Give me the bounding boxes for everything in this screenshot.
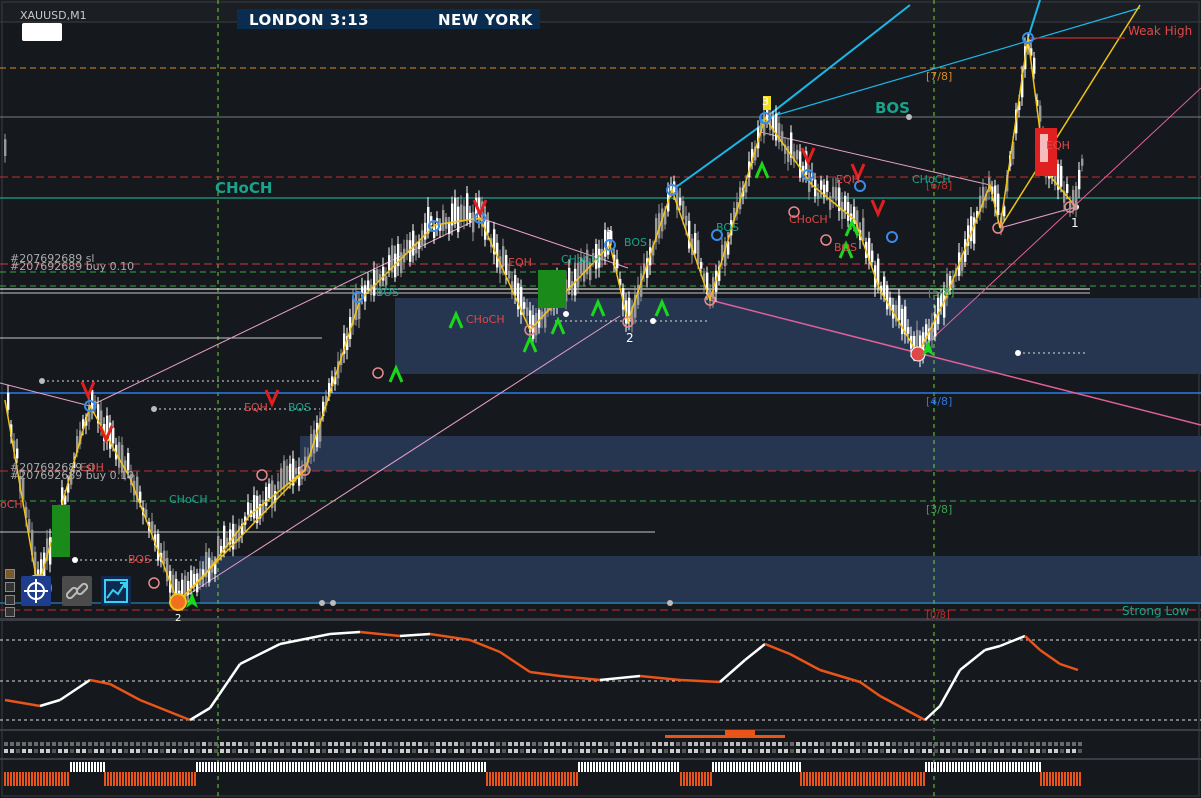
weak-high-label: Weak High — [1128, 24, 1193, 38]
panel-square-3[interactable] — [5, 595, 15, 605]
swing-num-2b: 2 — [175, 613, 182, 624]
symbol-title: XAUUSD,M1 — [20, 9, 87, 22]
bos-label-4: BOS — [716, 221, 739, 234]
bos-label-1: BOS — [376, 286, 399, 299]
choch-label-right2: CHoCH — [912, 173, 951, 186]
panel-square-1[interactable] — [5, 569, 15, 579]
choch-label-left: oCH — [0, 498, 23, 511]
eqh-label-5: EQH — [1046, 139, 1070, 152]
fib-5-8-label: [5/8] — [928, 286, 955, 299]
chart-window[interactable]: XAUUSD,M1 LONDON 3:13 NEW YORK BOS CHoCH… — [0, 0, 1201, 798]
zone-lower — [200, 556, 1201, 604]
eqh-label-3: EQH — [836, 173, 860, 186]
link-button[interactable] — [62, 576, 92, 606]
choch-label-big: CHoCH — [215, 179, 273, 197]
swing-num-3: 3 — [762, 95, 769, 108]
zone-middle — [300, 436, 1201, 471]
eqh-label-2: EQH — [508, 256, 532, 269]
bos-label-2: BOS — [288, 401, 311, 414]
eqh-label-4: EQH — [80, 461, 104, 474]
bos-label-low: BOS — [128, 553, 151, 566]
session-new-york: NEW YORK — [438, 11, 533, 29]
bos-label-big: BOS — [875, 99, 910, 117]
chain-link-icon — [65, 582, 89, 600]
eqh-label-1: EQH — [244, 401, 268, 414]
swing-num-1b: 1 — [1071, 216, 1079, 230]
bos-label-5: BOS — [834, 241, 857, 254]
order-buy-label-1: #207692689 buy 0.10 — [10, 260, 135, 273]
strong-low-label: Strong Low — [1122, 604, 1190, 618]
price-chart[interactable] — [0, 0, 1201, 798]
swing-num-2a: 2 — [626, 331, 634, 345]
trend-chart-icon — [104, 579, 128, 603]
fib-4-8-label: [4/8] — [926, 395, 953, 408]
choch-label-mid2: CHoCH — [561, 253, 600, 266]
crosshair-button[interactable] — [21, 576, 51, 606]
crosshair-icon — [24, 579, 48, 603]
panel-square-4[interactable] — [5, 607, 15, 617]
trend-chart-button[interactable] — [101, 576, 131, 606]
zone-upper — [395, 298, 1201, 374]
choch-label-mid: CHoCH — [466, 313, 505, 326]
panel-square-2[interactable] — [5, 582, 15, 592]
fib-7-8-label: [7/8] — [926, 70, 953, 83]
choch-label-right: CHoCH — [789, 213, 828, 226]
bos-label-3: BOS — [624, 236, 647, 249]
order-buy-label-2: #207692689 buy 0.10 — [10, 469, 135, 482]
one-click-trading-box[interactable] — [22, 23, 62, 41]
swing-num-1a: 1 — [606, 228, 614, 242]
choch-label-lowleft: CHoCH — [169, 493, 208, 506]
fib-3-8-label: [3/8] — [926, 503, 953, 516]
session-london: LONDON 3:13 — [249, 11, 370, 29]
fib-0-8-label: [0/8] — [926, 610, 950, 621]
